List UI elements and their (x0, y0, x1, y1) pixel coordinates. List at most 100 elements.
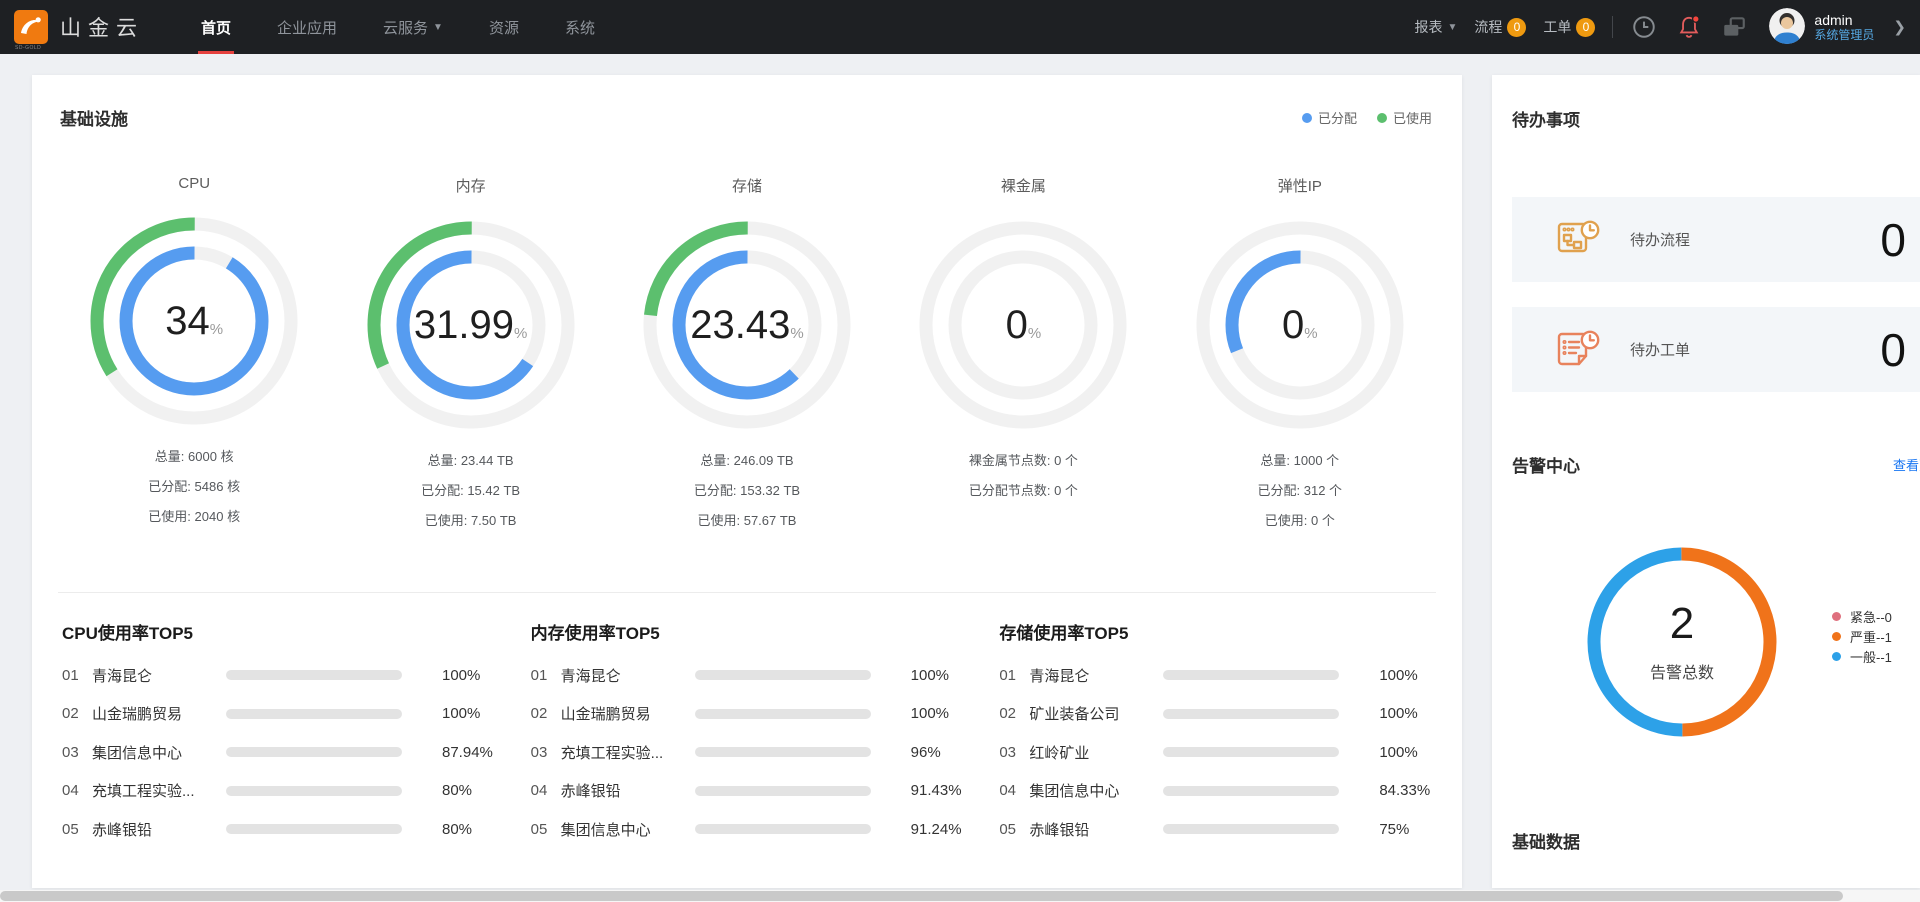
resource-gauge: 弹性IP 0 % 总量: 1000 个已分配: 312 个已使用: 0 个 (1162, 175, 1438, 536)
tenant-name: 充填工程实验... (92, 780, 216, 801)
gauge-stats: 总量: 1000 个已分配: 312 个已使用: 0 个 (1258, 446, 1343, 536)
horizontal-scrollbar-track[interactable] (0, 890, 1920, 902)
logo-icon: SD-GOLD (14, 10, 48, 44)
gauge-donut-chart: 0 % (918, 220, 1128, 430)
usage-percent: 100% (442, 705, 480, 722)
top5-column: CPU使用率TOP5 01 青海昆仑 100% 02 山金瑞鹏贸易 100% 0… (62, 619, 495, 849)
resource-gauge: 存储 23.43 % 总量: 246.09 TB已分配: 153.32 TB已使… (609, 175, 885, 536)
legend-item: 已使用 (1377, 108, 1432, 127)
main-menu: 首页 ▼ 企业应用 ▼ 云服务 ▼ 资源 ▼ 系统 ▼ (178, 0, 618, 54)
gauge-percent-unit: % (514, 325, 527, 342)
list-clock-icon (1552, 326, 1602, 374)
todo-label: 待办流程 (1630, 229, 1690, 250)
flow-clock-icon (1552, 216, 1602, 264)
gauge-donut-chart: 31.99 % (366, 220, 576, 430)
app-logo[interactable]: SD-GOLD 山金云 (14, 10, 144, 44)
top5-title: 内存使用率TOP5 (531, 619, 964, 644)
user-name: admin (1814, 12, 1874, 28)
usage-percent: 91.43% (911, 782, 962, 799)
gauge-stats: 裸金属节点数: 0 个已分配节点数: 0 个 (969, 446, 1078, 506)
chevron-right-icon[interactable]: ❯ (1893, 18, 1906, 36)
right-panel: 待办事项 待办流程 0 待办工单 0 告警中心 查看更 (1492, 75, 1920, 888)
basic-data-title: 基础数据 (1512, 828, 1580, 853)
windows-switch-icon[interactable] (1720, 13, 1748, 41)
gauge-title: 存储 (732, 175, 762, 196)
nav-menu-item[interactable]: 资源 ▼ (466, 0, 542, 54)
nav-menu-item[interactable]: 云服务 ▼ (360, 0, 466, 54)
tenant-name: 山金瑞鹏贸易 (92, 703, 216, 724)
infrastructure-legend: 已分配 已使用 (1302, 108, 1432, 127)
alarm-legend-item: 严重--1 (1832, 626, 1892, 646)
nav-report[interactable]: 报表 ▼ (1415, 17, 1458, 37)
gauge-stat-row: 已使用: 7.50 TB (421, 506, 520, 536)
tenant-name: 红岭矿业 (1029, 742, 1153, 763)
todo-card[interactable]: 待办工单 0 (1512, 307, 1920, 392)
view-more-link[interactable]: 查看更 (1893, 455, 1920, 474)
gauge-donut-chart: 0 % (1195, 220, 1405, 430)
usage-percent: 84.33% (1379, 782, 1430, 799)
top5-row: 05 赤峰银铅 75% (999, 810, 1432, 849)
todo-label: 待办工单 (1630, 339, 1690, 360)
legend-dot (1377, 113, 1387, 123)
gauge-percent: 0 (1006, 303, 1028, 348)
gauge-stat-row: 裸金属节点数: 0 个 (969, 446, 1078, 476)
chevron-down-icon: ▼ (433, 22, 443, 33)
resource-gauge: 裸金属 0 % 裸金属节点数: 0 个已分配节点数: 0 个 (885, 175, 1161, 536)
nav-menu-item[interactable]: 系统 ▼ (542, 0, 618, 54)
nav-process[interactable]: 流程 0 (1474, 17, 1526, 37)
gauge-percent: 23.43 (690, 303, 790, 348)
legend-item: 已分配 (1302, 108, 1357, 127)
usage-percent: 91.24% (911, 821, 962, 838)
horizontal-scrollbar-thumb[interactable] (0, 891, 1843, 901)
usage-bar (695, 824, 871, 834)
alarm-legend-item: 一般--1 (1832, 646, 1892, 666)
avatar (1769, 8, 1805, 47)
user-role[interactable]: 系统管理员 (1814, 28, 1874, 42)
user-menu[interactable]: admin 系统管理员 (1769, 8, 1874, 47)
nav-menu-item[interactable]: 企业应用 ▼ (254, 0, 360, 54)
top5-row: 04 充填工程实验... 80% (62, 772, 495, 811)
gauge-stat-row: 总量: 1000 个 (1258, 446, 1343, 476)
todo-card[interactable]: 待办流程 0 (1512, 197, 1920, 282)
rank: 01 (999, 667, 1029, 684)
alarm-legend-item: 紧急--0 (1832, 606, 1892, 626)
usage-bar (226, 709, 402, 719)
alarm-total-label: 告警总数 (1650, 659, 1714, 683)
top5-row: 05 集团信息中心 91.24% (531, 810, 964, 849)
gauge-percent-unit: % (1028, 325, 1041, 342)
gauge-stat-row: 已分配: 153.32 TB (694, 476, 800, 506)
page-content: 基础设施 已分配 已使用 CPU 34 % 总量: 6000 核已分配: 548… (0, 54, 1920, 902)
usage-bar (226, 747, 402, 757)
legend-dot (1832, 612, 1841, 621)
rank: 05 (62, 821, 92, 838)
gauge-donut-chart: 34 % (89, 216, 299, 426)
top5-row: 02 山金瑞鹏贸易 100% (62, 695, 495, 734)
usage-percent: 80% (442, 782, 472, 799)
rank: 02 (999, 705, 1029, 722)
gauge-title: 内存 (456, 175, 486, 196)
nav-ticket[interactable]: 工单 0 (1543, 17, 1595, 37)
gauge-title: 弹性IP (1278, 175, 1322, 196)
todo-count: 0 (1880, 323, 1906, 377)
nav-menu-item[interactable]: 首页 ▼ (178, 0, 254, 54)
divider (1612, 16, 1613, 38)
alarm-legend: 紧急--0 严重--1 一般--1 (1832, 606, 1892, 666)
infrastructure-title: 基础设施 (60, 105, 128, 130)
top5-column: 存储使用率TOP5 01 青海昆仑 100% 02 矿业装备公司 100% 03… (999, 619, 1432, 849)
usage-percent: 100% (1379, 744, 1417, 761)
usage-bar (1163, 747, 1339, 757)
tenant-name: 青海昆仑 (561, 665, 685, 686)
tenant-name: 赤峰银铅 (1029, 819, 1153, 840)
gauge-stat-row: 总量: 6000 核 (148, 442, 240, 472)
notification-bell-icon[interactable] (1675, 13, 1703, 41)
gauge-percent: 31.99 (414, 303, 514, 348)
gauge-stat-row: 已使用: 2040 核 (148, 502, 240, 532)
usage-bar (1163, 824, 1339, 834)
gauge-row: CPU 34 % 总量: 6000 核已分配: 5486 核已使用: 2040 … (32, 175, 1462, 536)
usage-percent: 75% (1379, 821, 1409, 838)
usage-percent: 87.94% (442, 744, 493, 761)
chevron-down-icon: ▼ (1448, 22, 1458, 33)
resource-gauge: CPU 34 % 总量: 6000 核已分配: 5486 核已使用: 2040 … (56, 175, 332, 536)
history-clock-icon[interactable] (1630, 13, 1658, 41)
tenant-name: 青海昆仑 (92, 665, 216, 686)
